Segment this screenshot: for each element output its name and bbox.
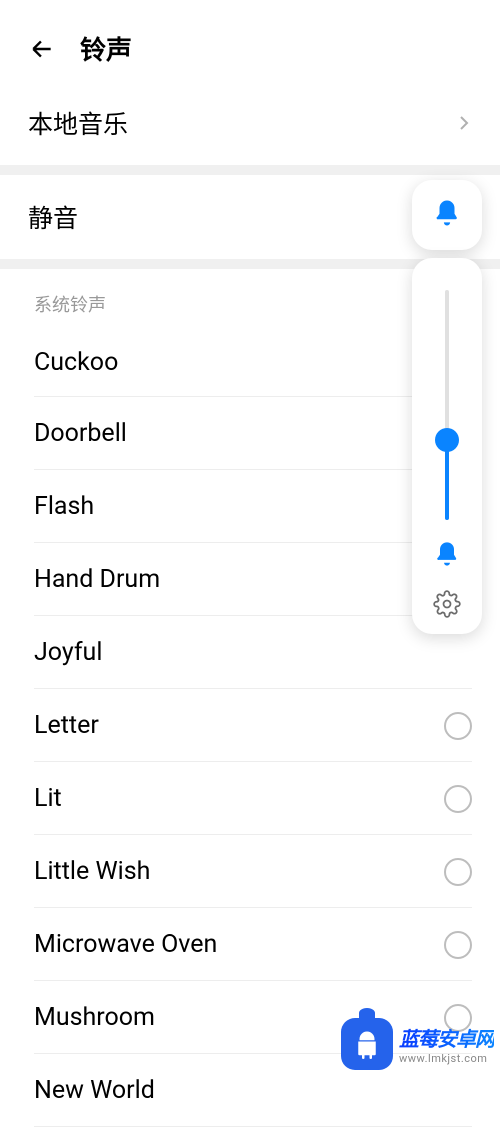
ringtone-label: Mushroom [34, 1003, 155, 1032]
watermark-icon [341, 1018, 393, 1070]
ringtone-label: Letter [34, 711, 99, 740]
ringtone-label: Lit [34, 784, 62, 813]
chevron-right-icon [456, 115, 472, 131]
ringtone-label: New World [34, 1076, 155, 1105]
local-music-row[interactable]: 本地音乐 [0, 85, 500, 165]
silent-label: 静音 [28, 199, 78, 235]
ringtone-label: Little Wish [34, 857, 150, 886]
radio-unchecked[interactable] [444, 858, 472, 886]
ringtone-item[interactable]: Lit [0, 762, 500, 835]
volume-panel [412, 180, 482, 634]
volume-panel-top [412, 180, 482, 250]
watermark: 蓝莓安卓网 www.lmkjst.com [341, 1018, 494, 1070]
ringtone-label: Flash [34, 492, 94, 521]
page-title: 铃声 [80, 30, 132, 67]
ringtone-label: Microwave Oven [34, 930, 217, 959]
ringtone-item[interactable]: Microwave Oven [0, 908, 500, 981]
bell-icon[interactable] [433, 540, 461, 568]
volume-slider[interactable] [445, 290, 449, 520]
volume-thumb[interactable] [435, 428, 459, 452]
bell-icon[interactable] [432, 198, 462, 232]
volume-panel-bottom [412, 258, 482, 634]
ringtone-item[interactable]: Letter [0, 689, 500, 762]
radio-unchecked[interactable] [444, 931, 472, 959]
ringtone-label: Hand Drum [34, 565, 160, 594]
separator [0, 165, 500, 175]
ringtone-label: Joyful [34, 638, 102, 667]
volume-fill [445, 440, 449, 521]
gear-icon[interactable] [433, 584, 461, 618]
local-music-label: 本地音乐 [28, 105, 128, 141]
radio-unchecked[interactable] [444, 712, 472, 740]
watermark-text: 蓝莓安卓网 [399, 1023, 494, 1052]
ringtone-item[interactable]: Little Wish [0, 835, 500, 908]
ringtone-label: Cuckoo [34, 348, 118, 377]
watermark-url: www.lmkjst.com [399, 1052, 487, 1065]
ringtone-label: Doorbell [34, 419, 127, 448]
radio-unchecked[interactable] [444, 785, 472, 813]
back-icon[interactable] [28, 35, 56, 63]
